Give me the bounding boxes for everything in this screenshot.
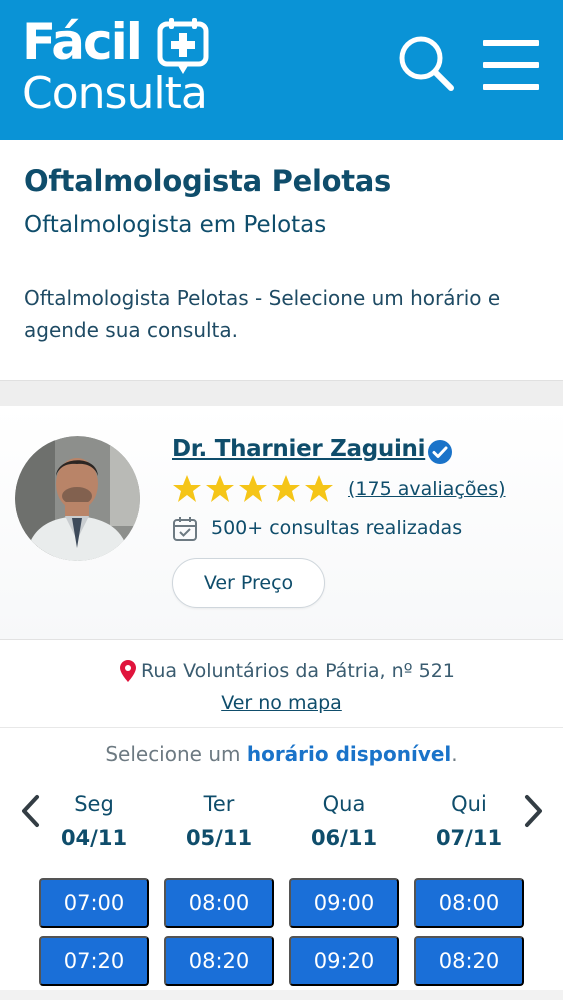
menu-bar — [483, 84, 539, 90]
star-icon — [206, 475, 234, 502]
view-map-link: Ver no mapa — [0, 692, 563, 714]
doctor-avatar[interactable] — [15, 436, 140, 561]
calendar-plus-icon — [157, 18, 209, 74]
day-column: Seg 04/11 — [39, 790, 149, 858]
logo-text-consulta: Consulta — [22, 68, 208, 119]
view-map-link-text[interactable]: Ver no mapa — [221, 692, 342, 714]
section-divider — [0, 380, 563, 406]
consults-count: 500+ consultas realizadas — [211, 517, 463, 539]
time-slot-button[interactable]: 07:00 — [39, 878, 149, 928]
page-subtitle: Oftalmologista em Pelotas — [24, 212, 327, 238]
time-slot-button[interactable]: 09:20 — [289, 936, 399, 986]
address-section: Rua Voluntários da Pátria, nº 521 Ver no… — [0, 640, 563, 728]
day-date: 04/11 — [60, 826, 128, 850]
select-time-prompt: Selecione um horário disponível. — [0, 742, 563, 766]
day-column: Ter 05/11 — [164, 790, 274, 858]
time-slot-button[interactable]: 08:20 — [164, 936, 274, 986]
day-column: Qua 06/11 — [289, 790, 399, 858]
star-icon — [272, 475, 300, 502]
day-date: 07/11 — [435, 826, 503, 850]
menu-bar — [483, 40, 539, 46]
schedule-section: Selecione um horário disponível. Seg 04/… — [0, 728, 563, 1000]
day-name: Qui — [451, 792, 487, 816]
day-date: 05/11 — [185, 826, 253, 850]
chevron-right-icon[interactable] — [522, 794, 544, 828]
hamburger-menu-icon[interactable] — [483, 40, 539, 90]
time-slot-button[interactable]: 07:20 — [39, 936, 149, 986]
doctor-name-link[interactable]: Dr. Tharnier Zaguini — [172, 436, 426, 462]
rating-stars — [173, 475, 333, 502]
page-description: Oftalmologista Pelotas - Selecione um ho… — [24, 286, 501, 342]
reviews-link[interactable]: (175 avaliações) — [348, 478, 506, 500]
prompt-suffix: . — [451, 742, 458, 766]
time-slot-button[interactable]: 09:00 — [289, 878, 399, 928]
location-pin-icon — [120, 660, 136, 682]
verified-badge-icon — [428, 440, 452, 464]
time-slot-button[interactable]: 08:00 — [164, 878, 274, 928]
day-name: Qua — [322, 792, 366, 816]
star-icon — [173, 475, 201, 502]
time-slot-button[interactable]: 08:20 — [414, 936, 524, 986]
calendar-check-icon — [173, 517, 197, 541]
star-icon — [305, 475, 333, 502]
view-price-button[interactable]: Ver Preço — [172, 558, 325, 608]
page-title: Oftalmologista Pelotas — [24, 164, 392, 198]
star-icon — [239, 475, 267, 502]
day-name: Seg — [74, 792, 114, 816]
search-icon[interactable] — [397, 34, 455, 92]
logo-text-facil: Fácil — [22, 13, 143, 71]
prompt-prefix: Selecione um — [105, 742, 247, 766]
prompt-highlight: horário disponível — [246, 742, 452, 766]
time-slot-button[interactable]: 08:00 — [414, 878, 524, 928]
top-header: Fácil Consulta — [0, 0, 563, 140]
day-column: Qui 07/11 — [414, 790, 524, 858]
address-text: Rua Voluntários da Pátria, nº 521 — [141, 660, 455, 682]
bottom-divider — [0, 990, 563, 1000]
doctor-card: Dr. Tharnier Zaguini (175 avaliações) 50… — [0, 406, 563, 640]
page-intro: Oftalmologista Pelotas Oftalmologista em… — [0, 140, 563, 380]
menu-bar — [483, 62, 539, 68]
day-date: 06/11 — [310, 826, 378, 850]
day-name: Ter — [203, 792, 235, 816]
